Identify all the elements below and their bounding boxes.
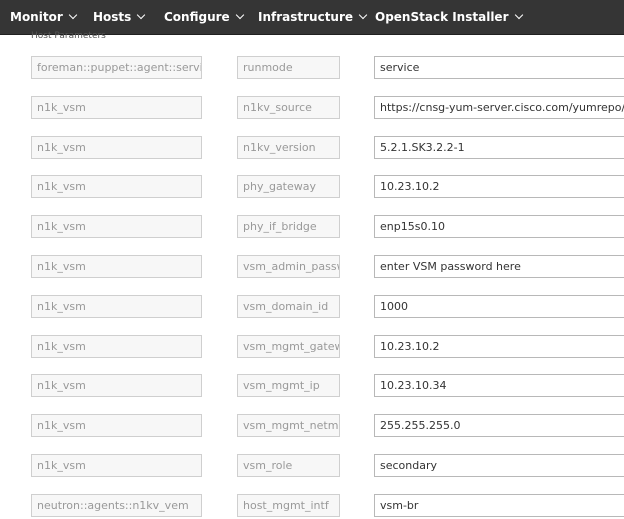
param-class-field: n1k_vsm	[31, 215, 202, 238]
param-value-input[interactable]	[374, 295, 624, 318]
param-value-input[interactable]	[374, 255, 624, 278]
param-name-field: n1kv_version	[237, 136, 340, 159]
param-class-field: n1k_vsm	[31, 374, 202, 397]
param-class-field: n1k_vsm	[31, 414, 202, 437]
nav-menu-monitor-label: Monitor	[10, 10, 63, 24]
param-value-input[interactable]	[374, 454, 624, 477]
nav-menu-openstack-installer[interactable]: OpenStack Installer	[375, 0, 523, 35]
param-name-field: vsm_domain_id	[237, 295, 340, 318]
chevron-down-icon	[137, 10, 146, 20]
param-value-input[interactable]	[374, 175, 624, 198]
param-class-field: foreman::puppet::agent::service	[31, 56, 202, 79]
top-navbar: Monitor Hosts Configure Infrastructure O…	[0, 0, 624, 35]
nav-menu-configure[interactable]: Configure	[164, 0, 244, 35]
param-class-field: n1k_vsm	[31, 255, 202, 278]
param-name-field: runmode	[237, 56, 340, 79]
nav-menu-hosts[interactable]: Hosts	[93, 0, 146, 35]
param-value-input[interactable]	[374, 136, 624, 159]
param-name-field: vsm_admin_passwd	[237, 255, 340, 278]
param-class-field: n1k_vsm	[31, 335, 202, 358]
param-name-field: phy_gateway	[237, 175, 340, 198]
section-title: Host Parameters	[31, 31, 106, 41]
chevron-down-icon	[68, 10, 77, 20]
param-name-field: vsm_mgmt_netmask	[237, 414, 340, 437]
param-class-field: n1k_vsm	[31, 96, 202, 119]
nav-menu-hosts-label: Hosts	[93, 10, 132, 24]
param-name-field: vsm_mgmt_ip	[237, 374, 340, 397]
param-class-field: n1k_vsm	[31, 136, 202, 159]
param-value-input[interactable]	[374, 335, 624, 358]
param-value-input[interactable]	[374, 414, 624, 437]
param-class-field: neutron::agents::n1kv_vem	[31, 494, 202, 517]
param-value-input[interactable]	[374, 374, 624, 397]
param-name-field: n1kv_source	[237, 96, 340, 119]
param-name-field: vsm_mgmt_gateway	[237, 335, 340, 358]
param-value-input[interactable]	[374, 56, 624, 79]
chevron-down-icon	[514, 10, 523, 20]
param-value-input[interactable]	[374, 215, 624, 238]
param-name-field: vsm_role	[237, 454, 340, 477]
chevron-down-icon	[358, 10, 368, 20]
param-class-field: n1k_vsm	[31, 295, 202, 318]
param-value-input[interactable]	[374, 494, 624, 517]
nav-menu-configure-label: Configure	[164, 10, 230, 24]
param-value-input[interactable]	[374, 96, 624, 119]
param-class-field: n1k_vsm	[31, 454, 202, 477]
param-name-field: phy_if_bridge	[237, 215, 340, 238]
chevron-down-icon	[235, 10, 244, 20]
param-name-field: host_mgmt_intf	[237, 494, 340, 517]
nav-menu-openstack-installer-label: OpenStack Installer	[375, 10, 509, 24]
nav-menu-infrastructure-label: Infrastructure	[258, 10, 354, 24]
param-class-field: n1k_vsm	[31, 175, 202, 198]
nav-menu-infrastructure[interactable]: Infrastructure	[258, 0, 368, 35]
nav-menu-monitor[interactable]: Monitor	[10, 0, 77, 35]
